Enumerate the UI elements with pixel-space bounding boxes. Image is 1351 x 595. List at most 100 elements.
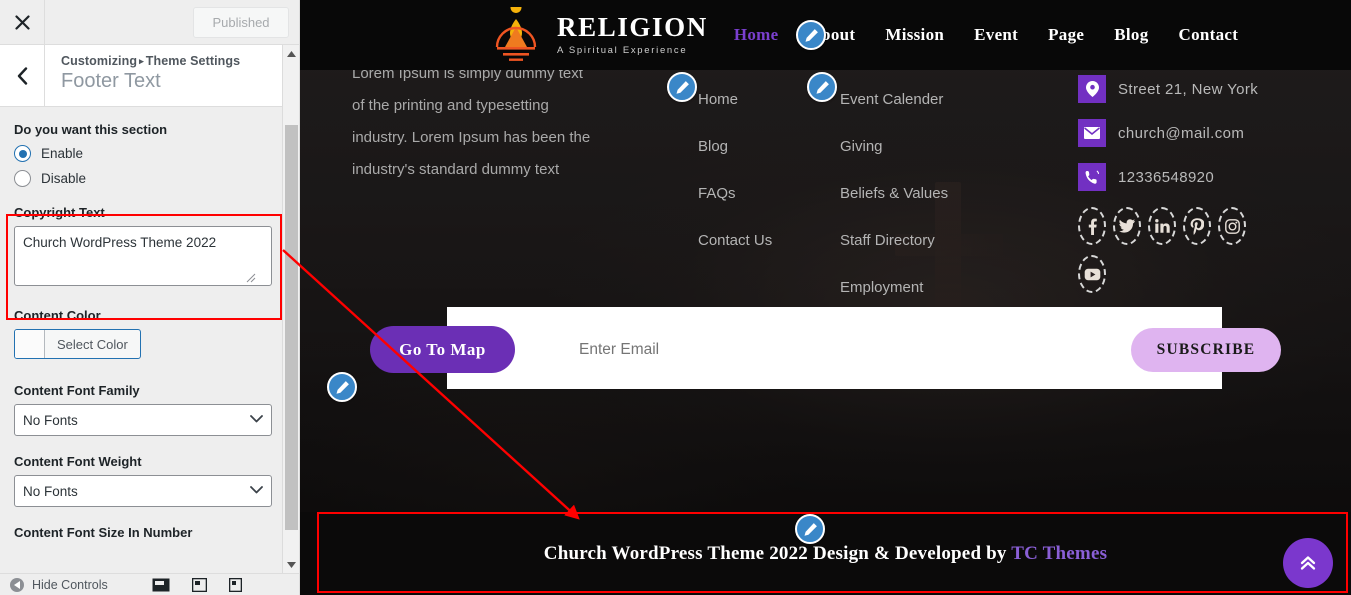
back-chevron-icon[interactable] [0,45,45,106]
radio-disable[interactable]: Disable [14,170,278,187]
flame-logo-icon [485,2,547,63]
footer-link-beliefs-values[interactable]: Beliefs & Values [840,170,948,217]
brand-subtitle: A Spiritual Experience [557,45,688,56]
customizer-controls: Do you want this section Enable Disable … [0,108,292,573]
youtube-icon[interactable] [1078,255,1106,293]
double-chevron-up-icon [1300,556,1316,570]
nav-item-mission[interactable]: Mission [885,25,944,45]
content-font-family-select[interactable]: No Fonts [14,404,272,436]
customizer-sidebar: Published Customizing ▸ Theme Settings Foo… [0,0,300,595]
edit-pin-footer-links-1[interactable] [667,72,697,102]
site-logo[interactable]: RELIGION A Spiritual Experience [485,2,708,63]
social-links-row-1 [1078,207,1258,245]
edit-pin-footer-links-2[interactable] [807,72,837,102]
footer-about-text: Lorem Ipsum is simply dummy text of the … [352,65,591,178]
nav-item-home[interactable]: Home [734,25,779,45]
select-color-button[interactable]: Select Color [14,329,141,359]
copyright-text-control: Copyright Text [14,205,278,286]
social-links-row-2 [1078,255,1258,293]
customizer-panel-header: Customizing ▸ Theme Settings Footer Text [0,45,299,107]
site-preview: RELIGION A Spiritual Experience Home Abo… [300,0,1351,595]
nav-item-blog[interactable]: Blog [1114,25,1148,45]
customizer-topbar: Published [0,0,299,45]
sidebar-scrollbar[interactable] [282,45,299,573]
close-icon[interactable] [0,0,45,45]
tablet-icon[interactable] [191,577,207,592]
map-pin-icon [1078,75,1106,103]
desktop-icon[interactable] [152,578,170,592]
contact-address: Street 21, New York [1078,75,1258,103]
content-font-weight-control: Content Font Weight No Fonts [14,454,278,507]
device-preview-buttons [152,577,242,592]
nav-item-page[interactable]: Page [1048,25,1084,45]
contact-phone-text: 12336548920 [1118,168,1215,186]
brand-text: RELIGION A Spiritual Experience [557,12,708,57]
footer-link-staff-directory[interactable]: Staff Directory [840,217,948,264]
brand-title: RELIGION [557,12,708,42]
scrollbar-thumb[interactable] [285,125,298,530]
footer-link-event-calender[interactable]: Event Calender [840,76,948,123]
copyright-text-label: Copyright Text [14,205,105,220]
radio-disable-input[interactable] [14,170,31,187]
go-to-map-button[interactable]: Go To Map [370,326,515,373]
footer-links-column-2: Event Calender Giving Beliefs & Values S… [840,76,948,311]
breadcrumb-separator: ▸ [139,56,144,66]
back-to-top-button[interactable] [1283,538,1333,588]
pinterest-icon[interactable] [1183,207,1211,245]
contact-address-text: Street 21, New York [1118,80,1259,98]
subscribe-button[interactable]: SUBSCRIBE [1131,328,1281,372]
footer-link-giving[interactable]: Giving [840,123,948,170]
nav-item-event[interactable]: Event [974,25,1018,45]
email-input[interactable] [579,337,1099,363]
footer-contact-column: Street 21, New York church@mail.com 1233… [1078,75,1258,293]
content-font-weight-label: Content Font Weight [14,454,142,469]
content-font-family-label: Content Font Family [14,383,140,398]
content-font-size-label: Content Font Size In Number [14,525,193,540]
section-toggle-control: Do you want this section Enable Disable [14,122,278,187]
copyright-bar: Church WordPress Theme 2022 Design & Dev… [300,512,1351,595]
edit-pin-subscribe-section[interactable] [327,372,357,402]
page-title: Footer Text [61,70,161,92]
edit-pin-navigation[interactable] [796,20,826,50]
facebook-icon[interactable] [1078,207,1106,245]
footer-link-contact-us[interactable]: Contact Us [698,217,772,264]
twitter-icon[interactable] [1113,207,1141,245]
footer-link-home[interactable]: Home [698,76,772,123]
contact-phone: 12336548920 [1078,163,1258,191]
content-font-weight-select[interactable]: No Fonts [14,475,272,507]
color-swatch [15,330,45,358]
copyright-main-text: Church WordPress Theme 2022 Design & Dev… [543,542,1012,564]
footer-links-column-1: Home Blog FAQs Contact Us [698,76,772,264]
linkedin-icon[interactable] [1148,207,1176,245]
radio-enable[interactable]: Enable [14,145,278,162]
breadcrumb: Customizing ▸ Theme Settings [61,54,240,68]
copyright-text: Church WordPress Theme 2022 Design & Dev… [544,543,1107,565]
footer-link-employment[interactable]: Employment [840,264,948,311]
contact-email: church@mail.com [1078,119,1258,147]
radio-enable-label: Enable [41,146,84,161]
contact-email-text: church@mail.com [1118,124,1245,142]
content-font-family-control: Content Font Family No Fonts [14,383,278,436]
hide-controls-button[interactable]: Hide Controls [0,577,108,592]
panel-titles: Customizing ▸ Theme Settings Footer Text [45,45,240,106]
footer-link-blog[interactable]: Blog [698,123,772,170]
nav-item-contact[interactable]: Contact [1179,25,1239,45]
section-toggle-label: Do you want this section [14,122,168,137]
mobile-icon[interactable] [228,577,242,592]
instagram-icon[interactable] [1218,207,1246,245]
content-font-size-control: Content Font Size In Number [14,525,278,540]
customizer-bottom-bar: Hide Controls [0,573,299,595]
scroll-down-arrow-icon[interactable] [283,556,299,573]
copyright-accent-link[interactable]: TC Themes [1011,543,1107,564]
footer-link-faqs[interactable]: FAQs [698,170,772,217]
phone-icon [1078,163,1106,191]
publish-button[interactable]: Published [193,7,289,38]
copyright-text-input[interactable] [14,226,272,286]
scroll-up-arrow-icon[interactable] [283,45,299,62]
screenshot-root: Published Customizing ▸ Theme Settings Foo… [0,0,1351,595]
envelope-icon [1078,119,1106,147]
radio-disable-label: Disable [41,171,87,186]
edit-pin-footer-text[interactable] [795,514,825,544]
radio-enable-input[interactable] [14,145,31,162]
content-color-label: Content Color [14,308,101,323]
